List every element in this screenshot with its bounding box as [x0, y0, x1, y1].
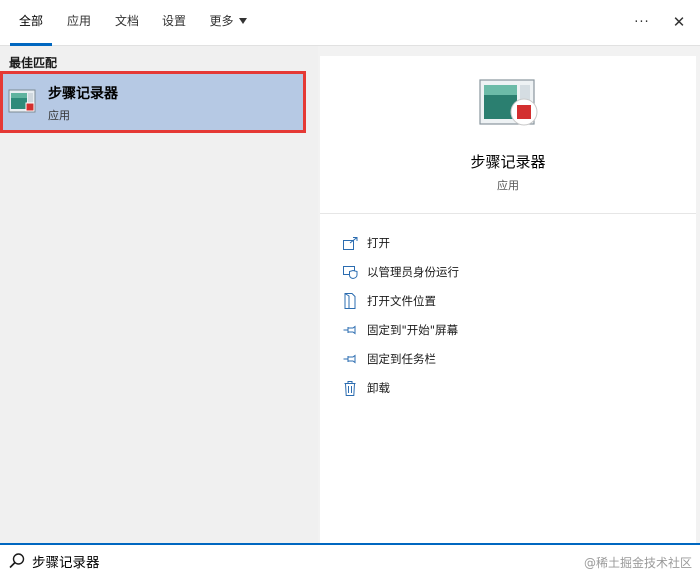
action-open-file-location[interactable]: 打开文件位置: [342, 290, 672, 312]
best-match-name: 步骤记录器: [48, 86, 118, 102]
action-uninstall-label: 卸载: [367, 381, 390, 395]
steps-recorder-icon: [479, 79, 538, 126]
tab-all[interactable]: 全部: [10, 0, 52, 46]
action-open-file-location-label: 打开文件位置: [367, 294, 436, 308]
action-pin-to-taskbar-label: 固定到任务栏: [367, 352, 436, 366]
search-bar: @稀土掘金技术社区: [0, 543, 700, 577]
tab-documents-label: 文档: [114, 14, 139, 28]
file-location-icon: [342, 293, 358, 309]
ellipsis-glyph: ···: [634, 14, 650, 30]
tab-more[interactable]: 更多: [201, 0, 255, 46]
detail-app-type: 应用: [497, 179, 519, 192]
tab-apps[interactable]: 应用: [58, 0, 100, 46]
open-icon: [342, 235, 358, 251]
tab-settings-label: 设置: [161, 14, 186, 28]
ellipsis-icon[interactable]: ···: [628, 8, 656, 36]
results-pane: 最佳匹配 步骤记录器 应用: [0, 46, 318, 543]
search-scope-tabs: 全部 应用 文档 设置 更多 ··· ✕: [0, 0, 700, 46]
tab-apps-label: 应用: [66, 14, 91, 28]
best-match-heading: 最佳匹配: [9, 56, 58, 70]
watermark: @稀土掘金技术社区: [583, 556, 692, 570]
trash-icon: [342, 380, 358, 396]
action-run-as-admin[interactable]: 以管理员身份运行: [342, 261, 672, 283]
best-match-type: 应用: [48, 109, 70, 122]
action-open[interactable]: 打开: [342, 232, 672, 254]
chevron-down-icon: [238, 17, 247, 24]
action-uninstall[interactable]: 卸载: [342, 377, 672, 399]
steps-recorder-icon: [8, 89, 36, 113]
detail-app-name: 步骤记录器: [470, 153, 546, 171]
close-icon[interactable]: ✕: [665, 8, 693, 36]
search-icon: [9, 553, 25, 569]
action-open-label: 打开: [367, 236, 390, 250]
pin-icon: [342, 322, 358, 338]
action-pin-to-start[interactable]: 固定到"开始"屏幕: [342, 319, 672, 341]
detail-pane: 步骤记录器 应用 打开 以管理员身份运行 打开文件位置 固定到"开始"屏幕 固定…: [320, 56, 696, 543]
best-match-result[interactable]: 步骤记录器 应用: [0, 71, 306, 133]
pin-icon: [342, 351, 358, 367]
action-run-as-admin-label: 以管理员身份运行: [367, 265, 459, 279]
tab-settings[interactable]: 设置: [153, 0, 195, 46]
search-input[interactable]: [32, 550, 512, 572]
tab-more-label: 更多: [209, 14, 234, 28]
detail-header: 步骤记录器 应用: [320, 56, 696, 214]
tab-documents[interactable]: 文档: [106, 0, 148, 46]
action-pin-to-taskbar[interactable]: 固定到任务栏: [342, 348, 672, 370]
action-pin-to-start-label: 固定到"开始"屏幕: [367, 323, 459, 337]
close-glyph: ✕: [672, 13, 686, 31]
shield-icon: [342, 264, 358, 280]
tab-all-label: 全部: [18, 14, 43, 28]
